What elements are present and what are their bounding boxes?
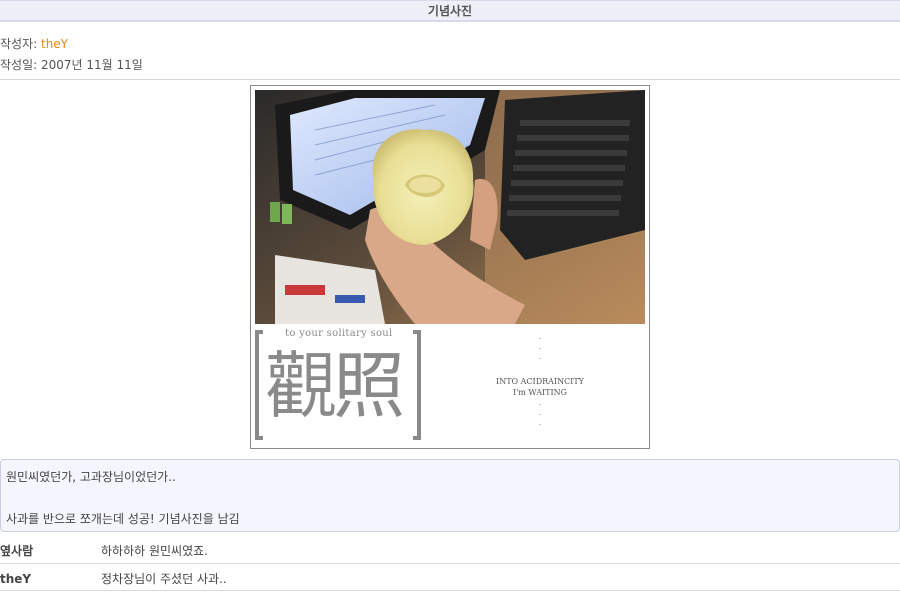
date-value: 2007년 11월 11일 xyxy=(40,58,143,72)
comment-author[interactable]: theY xyxy=(0,569,31,589)
caption-hanja: 觀照 xyxy=(265,344,405,428)
post-date: 작성일: 2007년 11월 11일 xyxy=(0,56,143,73)
date-label: 작성일: xyxy=(0,58,41,72)
comment-item: theY 정차장님이 주셨던 사과.. xyxy=(0,569,900,589)
side-text-line1: INTO ACIDRAINCITY xyxy=(496,377,584,386)
caption-dots-top: . . . xyxy=(538,332,542,361)
memo-line-blank xyxy=(6,488,894,509)
photo-caption: to your solitary soul 觀照 . . . INTO ACID… xyxy=(255,326,645,446)
memo-line: 원민씨였던가, 고과장님이었던가.. xyxy=(6,470,176,484)
comment-divider xyxy=(0,563,900,564)
apple-photo xyxy=(255,90,645,324)
author-name-link[interactable]: theY xyxy=(41,37,68,51)
header-divider xyxy=(0,79,900,80)
post-author: 작성자: theY xyxy=(0,35,68,52)
side-text-line2: I'm WAITING xyxy=(512,388,568,397)
memo-line: 사과를 반으로 쪼개는데 성공! 기념사진을 남김 xyxy=(6,512,240,526)
post-body: 원민씨였던가, 고과장님이었던가.. 사과를 반으로 쪼개는데 성공! 기념사진… xyxy=(0,459,900,532)
comment-divider xyxy=(0,590,900,591)
author-label: 작성자: xyxy=(0,37,41,51)
comment-text: 하하하하 원민씨였죠. xyxy=(101,544,208,558)
caption-side-text: INTO ACIDRAINCITY I'm WAITING xyxy=(475,376,605,398)
post-title: 기념사진 xyxy=(0,0,900,22)
comment-item: 옆사람 하하하하 원민씨였죠. xyxy=(0,541,900,561)
post-photo[interactable]: to your solitary soul 觀照 . . . INTO ACID… xyxy=(250,85,650,449)
comment-text: 정차장님이 주셨던 사과.. xyxy=(101,572,227,586)
comment-author[interactable]: 옆사람 xyxy=(0,541,33,561)
caption-dots-bottom: . . . xyxy=(538,398,542,427)
